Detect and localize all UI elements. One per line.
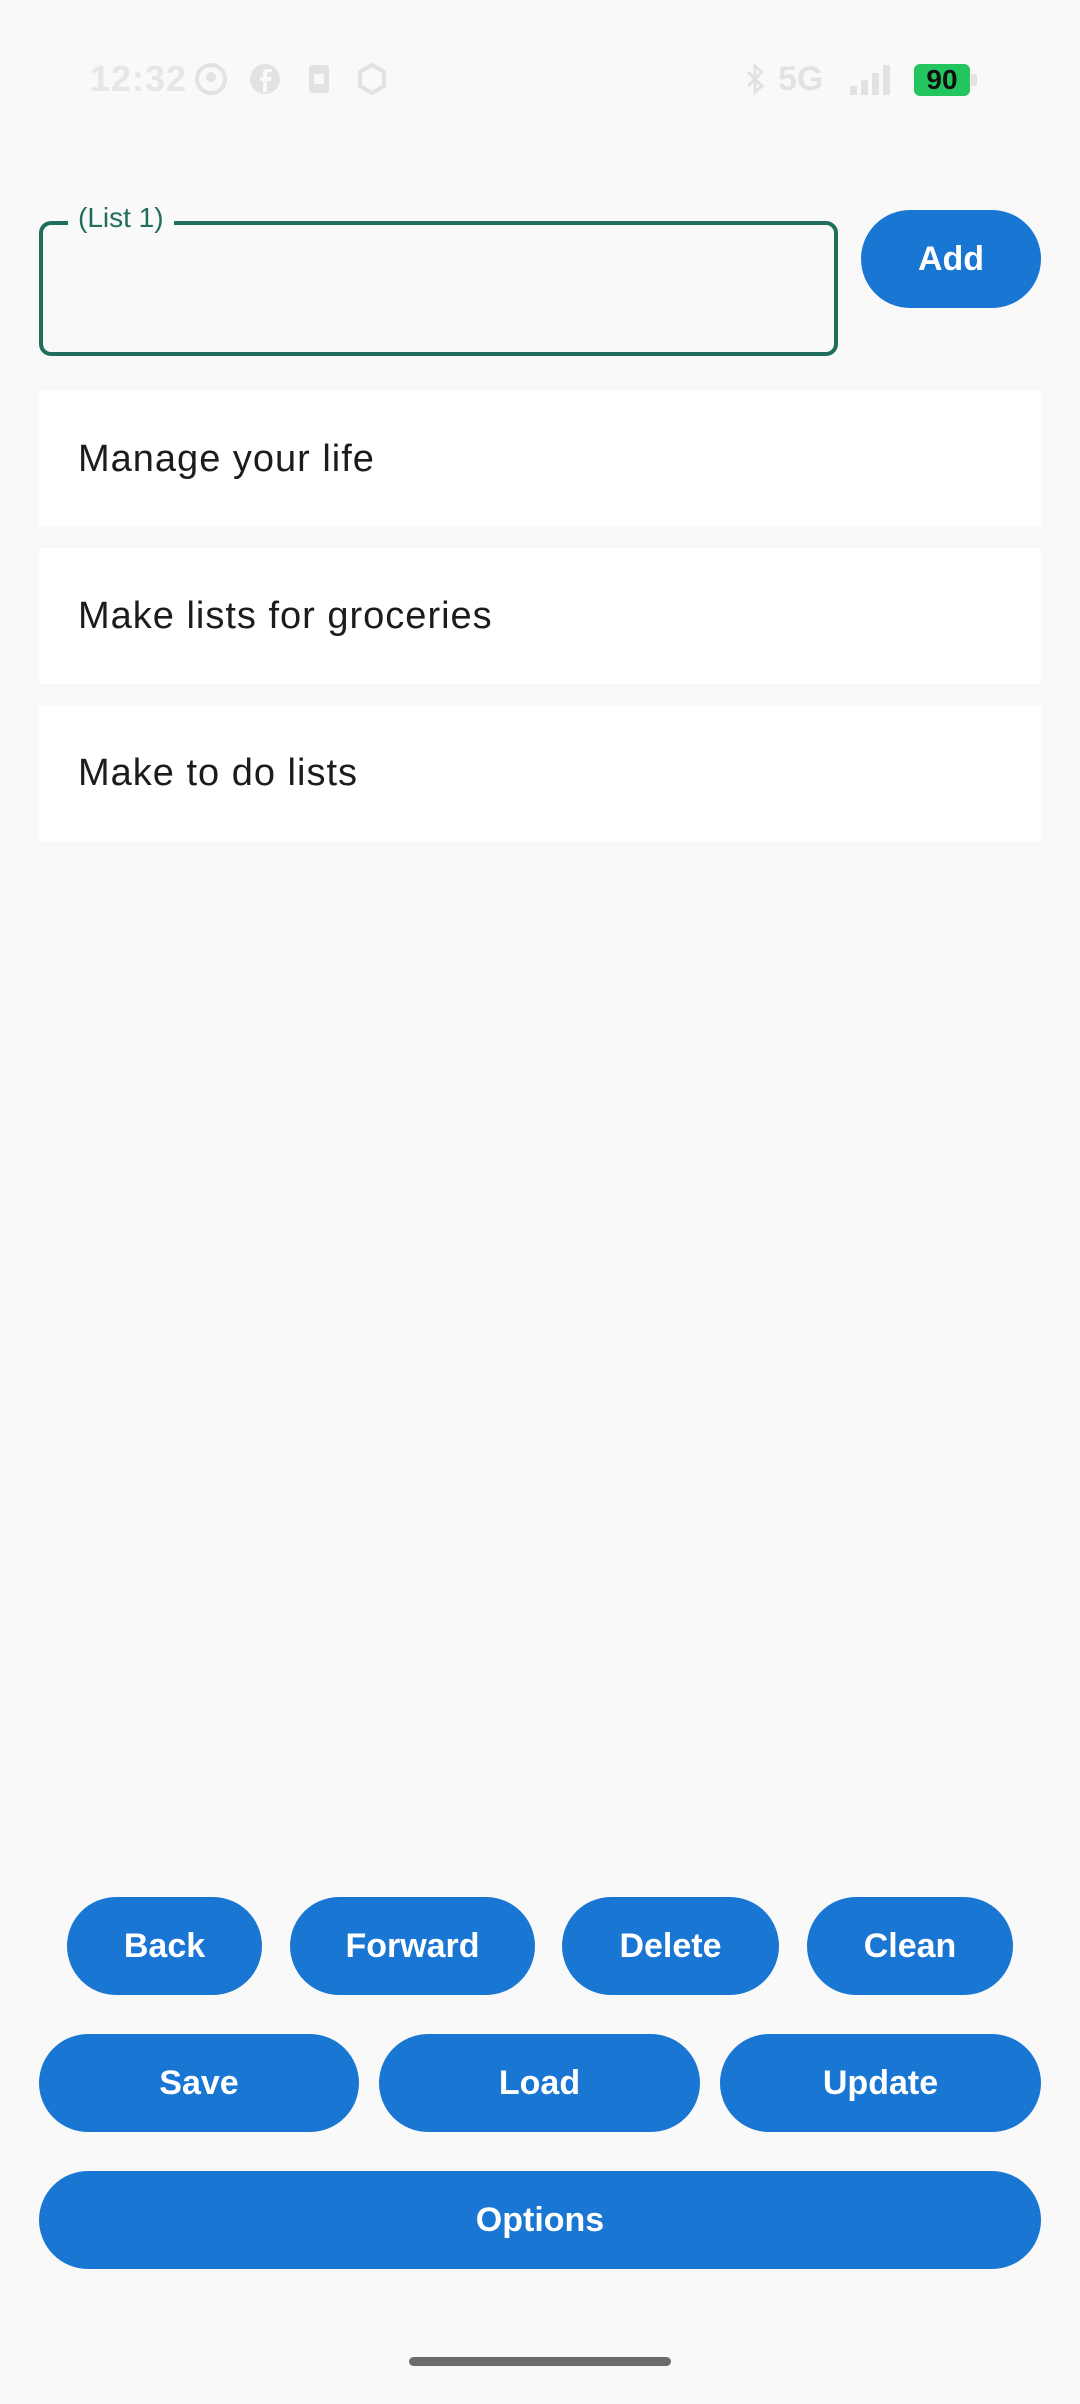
delete-button[interactable]: Delete xyxy=(562,1897,779,1995)
list-item[interactable]: Make to do lists xyxy=(39,705,1041,841)
add-button[interactable]: Add xyxy=(861,210,1041,308)
app-icon xyxy=(358,62,386,96)
sim-icon xyxy=(309,65,329,93)
signal-icon xyxy=(850,65,890,95)
list-item[interactable]: Manage your life xyxy=(39,391,1041,527)
battery-icon: 90 xyxy=(914,64,970,96)
battery-tip xyxy=(971,74,977,86)
notification-icon xyxy=(195,63,227,95)
status-bar: 12:32 5G 90 xyxy=(0,0,1080,160)
list-name-label: (List 1) xyxy=(68,202,174,234)
status-time: 12:32 xyxy=(90,58,188,99)
list-name-input[interactable] xyxy=(60,250,824,332)
bluetooth-icon xyxy=(746,62,765,96)
forward-button[interactable]: Forward xyxy=(290,1897,535,1995)
network-label: 5G xyxy=(778,60,824,98)
update-button[interactable]: Update xyxy=(720,2034,1041,2132)
facebook-icon xyxy=(250,64,280,94)
list-item[interactable]: Make lists for groceries xyxy=(39,548,1041,684)
load-button[interactable]: Load xyxy=(379,2034,700,2132)
home-indicator[interactable] xyxy=(409,2357,671,2366)
back-button[interactable]: Back xyxy=(67,1897,262,1995)
save-button[interactable]: Save xyxy=(39,2034,359,2132)
options-button[interactable]: Options xyxy=(39,2171,1041,2269)
battery-level: 90 xyxy=(926,64,958,95)
clean-button[interactable]: Clean xyxy=(807,1897,1013,1995)
